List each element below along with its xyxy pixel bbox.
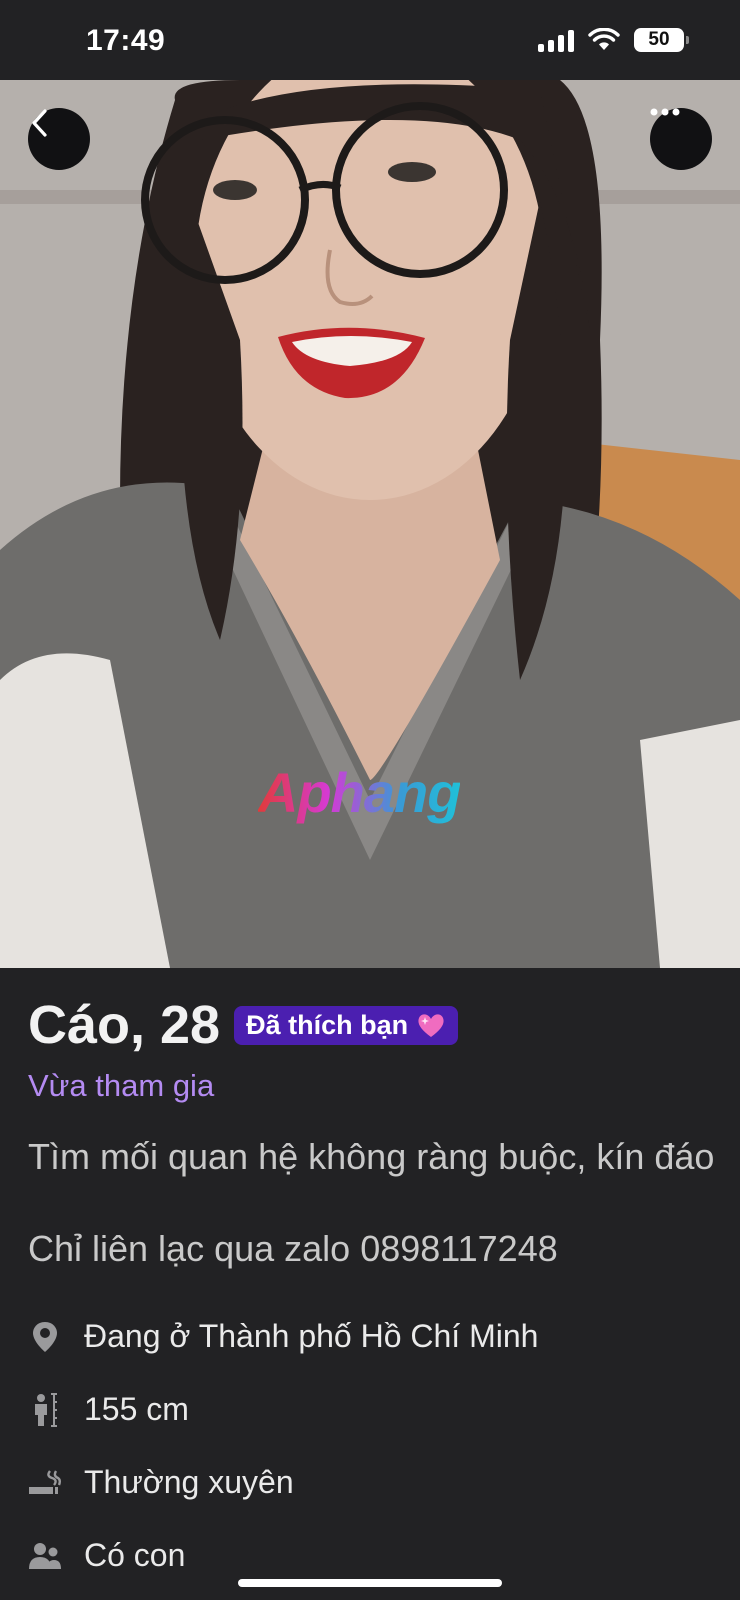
profile-bio: Tìm mối quan hệ không ràng buộc, kín đáo	[28, 1136, 715, 1177]
detail-smoking-text: Thường xuyên	[84, 1464, 294, 1500]
chevron-left-icon	[32, 109, 47, 137]
smoking-icon	[28, 1466, 62, 1500]
back-button[interactable]	[28, 108, 90, 170]
height-icon	[28, 1392, 62, 1427]
joined-status: Vừa tham gia	[28, 1068, 215, 1103]
profile-details: Đang ở Thành phố Hồ Chí Minh 155 cm Thườ…	[28, 1300, 718, 1592]
detail-smoking: Thường xuyên	[28, 1446, 718, 1519]
wifi-icon	[588, 28, 620, 50]
name-row: Cáo, 28 Đã thích bạn	[28, 994, 718, 1056]
sparkling-heart-icon	[418, 1014, 444, 1037]
profile-name-age: Cáo, 28	[28, 995, 221, 1055]
profile-info: Cáo, 28 Đã thích bạn Vừa tham gia Tìm mố…	[28, 968, 718, 1592]
battery-icon: 50	[634, 28, 689, 52]
children-icon	[28, 1539, 62, 1573]
home-indicator[interactable]	[238, 1579, 502, 1587]
liked-you-badge: Đã thích bạn	[234, 1005, 459, 1045]
detail-location: Đang ở Thành phố Hồ Chí Minh	[28, 1300, 718, 1373]
photo-illustration	[0, 80, 740, 968]
detail-height-text: 155 cm	[84, 1391, 189, 1427]
location-pin-icon	[28, 1320, 62, 1354]
detail-height: 155 cm	[28, 1373, 718, 1446]
status-icons: 50	[538, 28, 689, 52]
detail-location-text: Đang ở Thành phố Hồ Chí Minh	[84, 1318, 539, 1354]
profile-contact-note: Chỉ liên lạc qua zalo 0898117248	[28, 1228, 558, 1269]
watermark-logo: Aphang	[258, 761, 461, 824]
ellipsis-icon	[650, 108, 680, 116]
profile-photo[interactable]: Aphang	[0, 80, 740, 968]
more-options-button[interactable]	[650, 108, 712, 170]
status-bar: 17:49 50	[0, 0, 740, 80]
status-time: 17:49	[86, 24, 166, 57]
detail-children-text: Có con	[84, 1537, 186, 1573]
liked-badge-label: Đã thích bạn	[246, 1009, 409, 1040]
cellular-signal-icon	[538, 28, 574, 52]
